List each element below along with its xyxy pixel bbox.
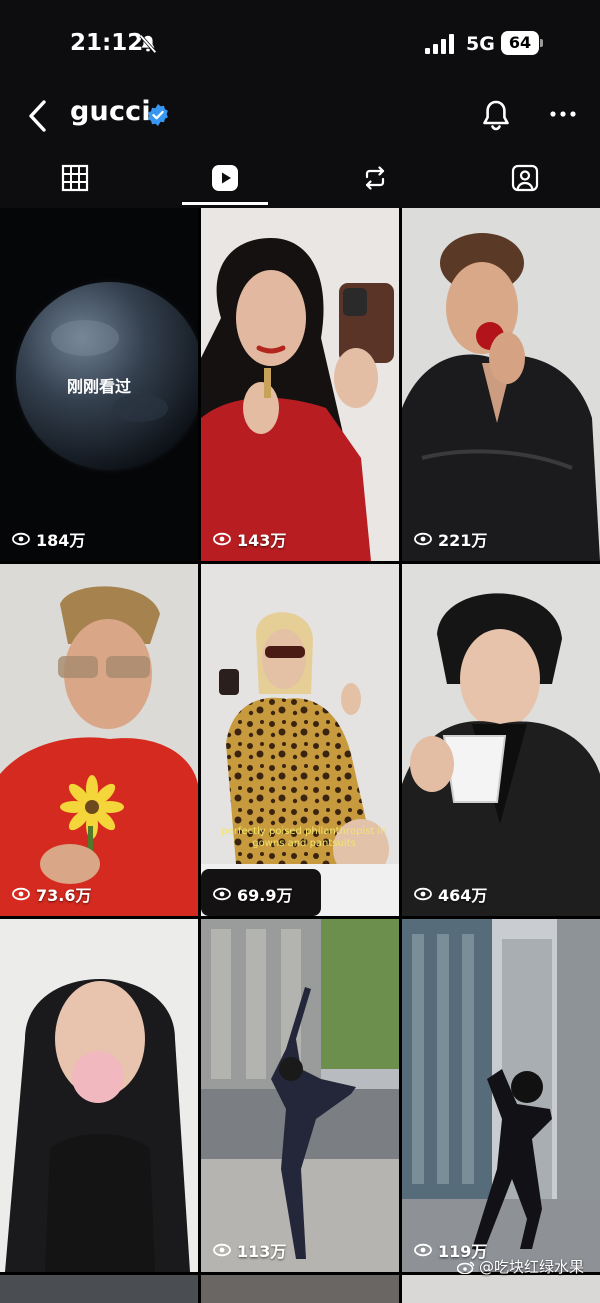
reel-thumbnail	[0, 564, 198, 916]
reel-tile[interactable]: 113万	[201, 919, 399, 1272]
status-bar: 21:12 5G 64	[0, 0, 600, 88]
view-count-value: 113万	[237, 1242, 287, 1261]
reel-tile[interactable]: 73.6万	[0, 564, 198, 916]
notifications-bell-icon[interactable]	[480, 98, 512, 132]
reel-tile[interactable]	[0, 1275, 198, 1303]
view-count: 73.6万	[12, 882, 91, 906]
view-count-value: 221万	[438, 531, 488, 550]
repost-icon	[365, 166, 385, 190]
eye-icon	[414, 887, 432, 901]
view-count: 184万	[12, 527, 85, 551]
view-count-value: 143万	[237, 531, 287, 550]
grid-icon	[61, 164, 89, 192]
reel-tile[interactable]	[0, 919, 198, 1272]
reel-thumbnail	[402, 919, 600, 1272]
reel-tile[interactable]: 刚刚看过 184万	[0, 208, 198, 561]
view-count: 69.9万	[213, 882, 292, 906]
reels-play-icon	[212, 165, 238, 191]
watermark-text: @吃块红绿水果	[478, 1258, 584, 1276]
recently-watched-label: 刚刚看过	[66, 377, 131, 396]
silent-mode-icon	[139, 34, 157, 54]
active-tab-indicator	[182, 202, 268, 205]
eye-icon	[414, 532, 432, 546]
eye-icon	[414, 1243, 432, 1257]
view-count-value: 184万	[36, 531, 86, 550]
view-count: 113万	[213, 1238, 286, 1262]
profile-header: gucci	[0, 88, 600, 148]
tab-reposts[interactable]	[300, 148, 450, 208]
reel-thumbnail	[402, 208, 600, 561]
weibo-watermark: @吃块红绿水果	[456, 1256, 584, 1277]
view-count: 143万	[213, 527, 286, 551]
reel-thumbnail	[201, 208, 399, 561]
reel-thumbnail	[201, 564, 399, 916]
view-count: 221万	[414, 527, 487, 551]
tab-tagged[interactable]	[450, 148, 600, 208]
reel-thumbnail	[201, 919, 399, 1272]
eye-icon	[12, 532, 30, 546]
reel-thumbnail	[402, 564, 600, 916]
view-count-value: 73.6万	[36, 886, 92, 905]
reel-tile[interactable]: 464万	[402, 564, 600, 916]
reel-tile[interactable]: 119万	[402, 919, 600, 1272]
clock: 21:12	[70, 30, 144, 56]
verified-badge-icon	[148, 104, 168, 126]
reels-grid: 刚刚看过 184万 143万 221万 73.6万 perfectly pois…	[0, 208, 600, 1303]
eye-icon	[213, 1243, 231, 1257]
more-options-icon[interactable]	[548, 102, 578, 126]
tab-reels[interactable]	[150, 148, 300, 208]
reel-tile[interactable]	[402, 1275, 600, 1303]
eye-icon	[213, 887, 231, 901]
view-count: 464万	[414, 882, 487, 906]
tab-grid[interactable]	[0, 148, 150, 208]
profile-tabs	[0, 148, 600, 208]
battery-level: 64	[501, 31, 539, 55]
reel-tile[interactable]: 143万	[201, 208, 399, 561]
network-type: 5G	[466, 33, 495, 55]
eye-icon	[12, 887, 30, 901]
tagged-person-icon	[511, 164, 539, 192]
profile-username: gucci	[70, 96, 151, 127]
battery-icon	[540, 39, 543, 47]
weibo-logo-icon	[456, 1261, 475, 1274]
reel-tile[interactable]: 221万	[402, 208, 600, 561]
video-caption: perfectly poised philanthropist in gowns…	[221, 826, 387, 849]
back-chevron-icon[interactable]	[22, 96, 54, 136]
reel-tile[interactable]	[201, 1275, 399, 1303]
view-count-value: 69.9万	[237, 886, 293, 905]
eye-icon	[213, 532, 231, 546]
cellular-signal-icon	[425, 34, 454, 54]
reel-tile[interactable]: perfectly poised philanthropist in gowns…	[201, 564, 399, 916]
view-count-value: 464万	[438, 886, 488, 905]
reel-thumbnail	[0, 919, 198, 1272]
